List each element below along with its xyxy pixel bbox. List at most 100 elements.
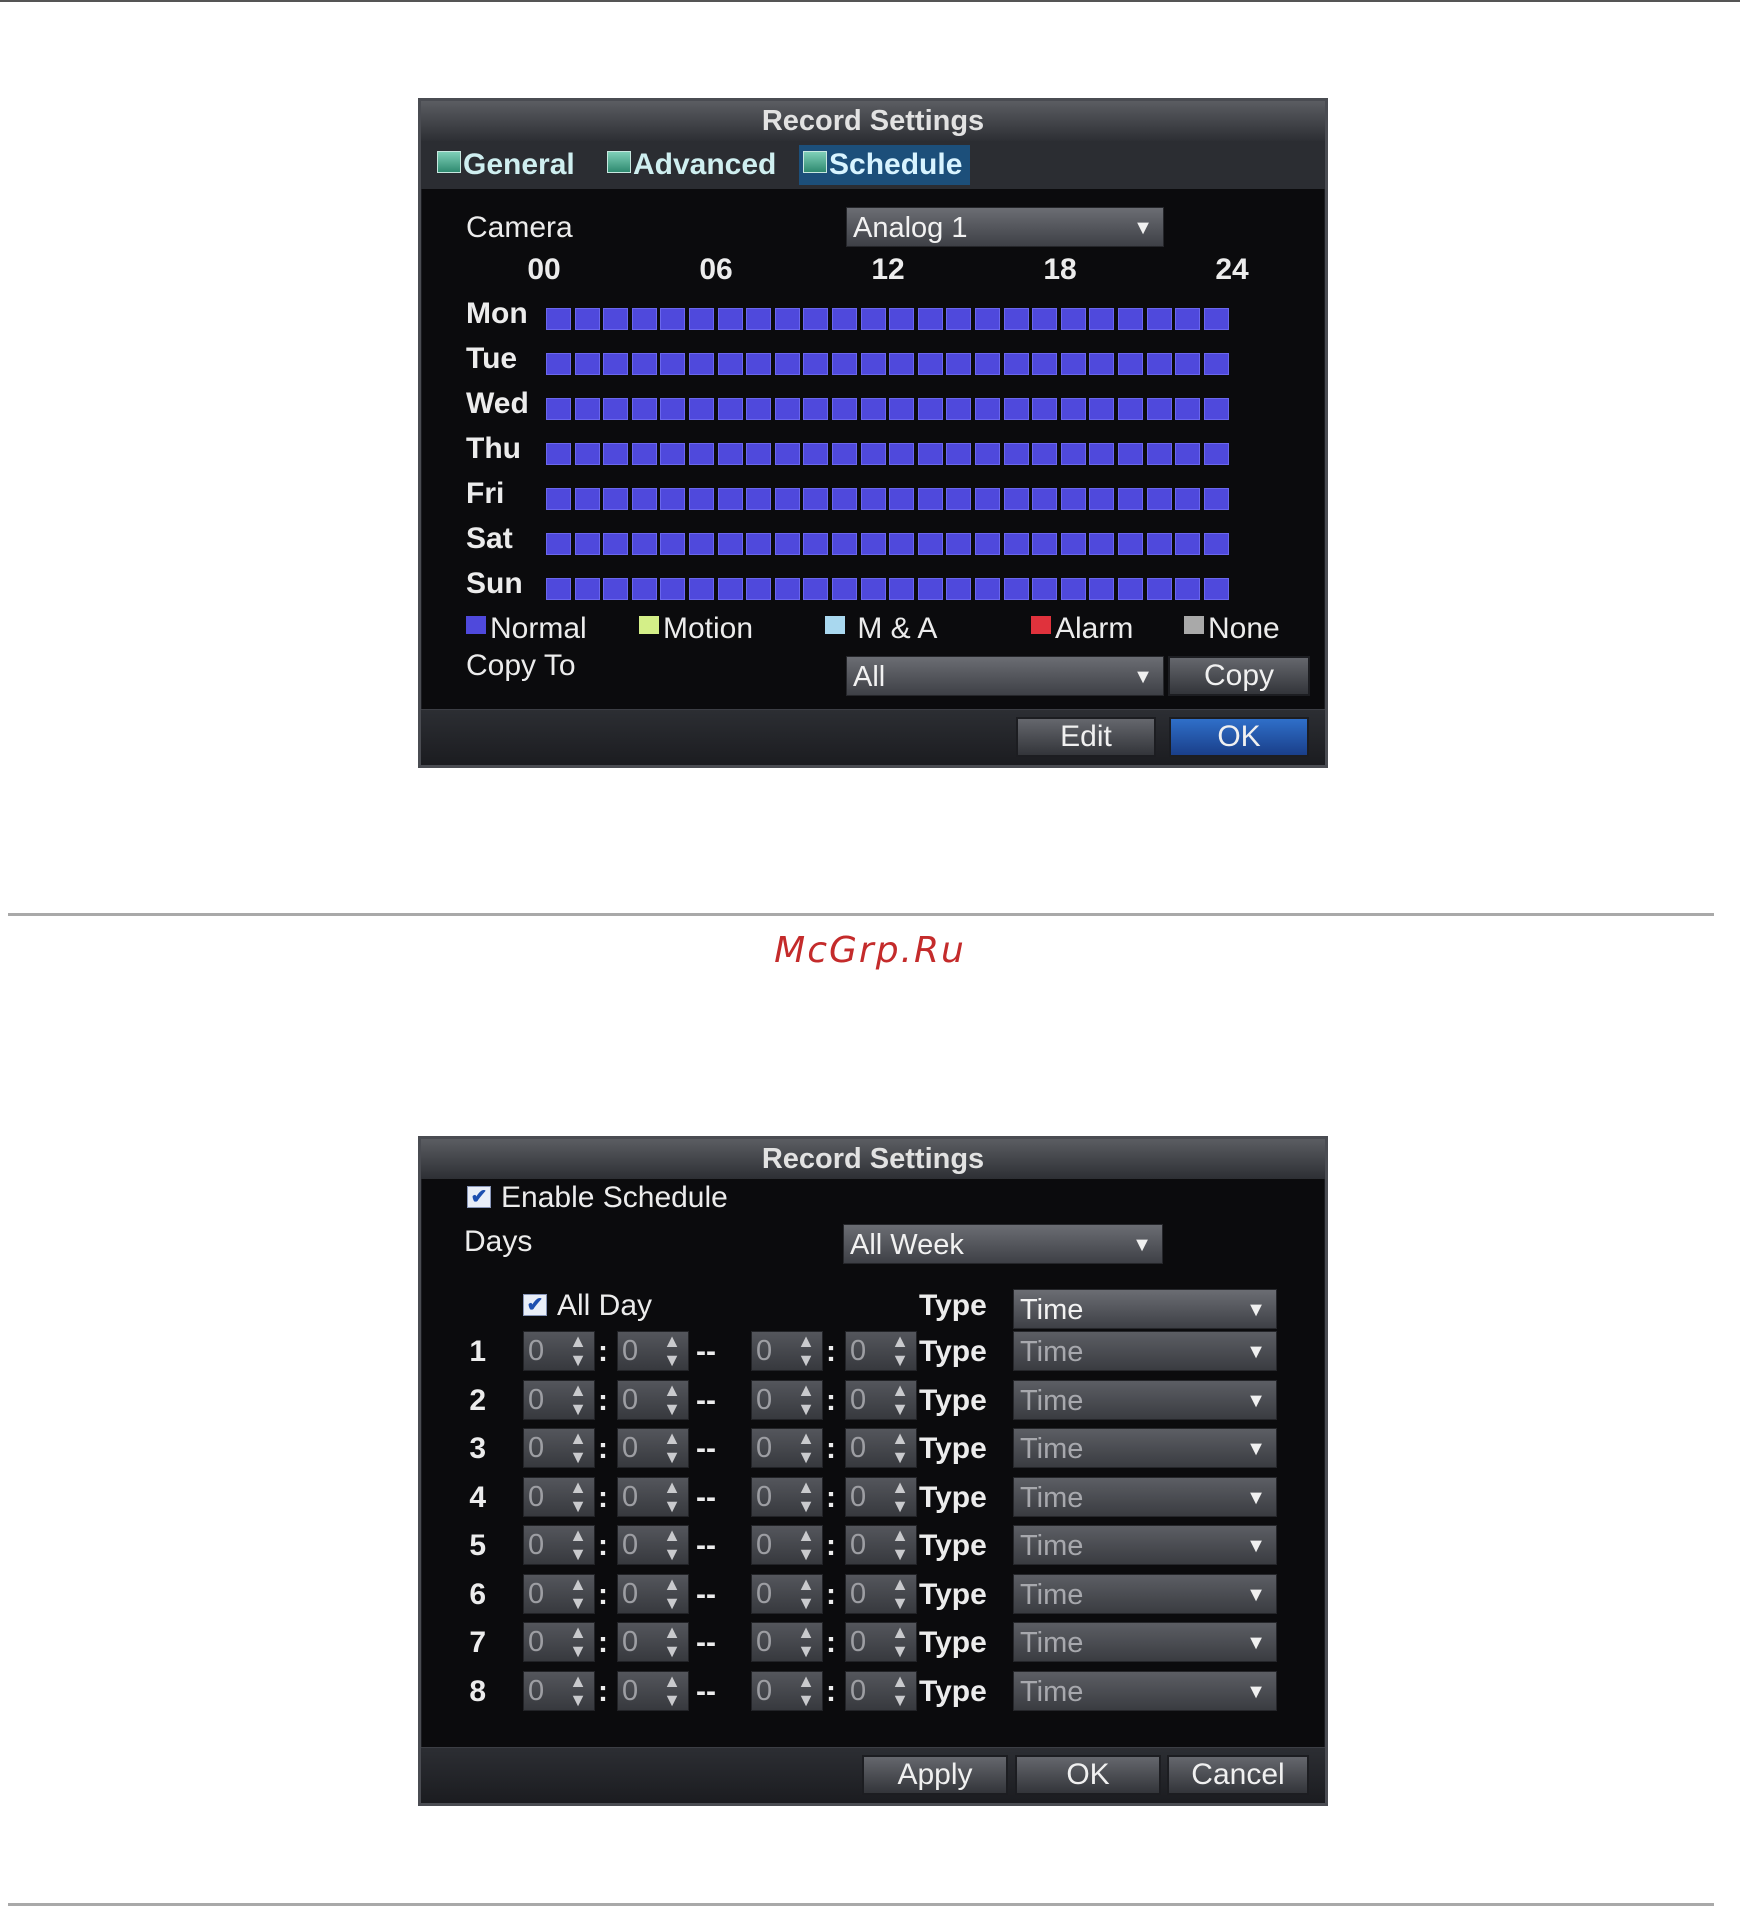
schedule-cell[interactable] <box>1003 443 1029 465</box>
end-hour-spinner[interactable]: 0 ▲ ▼ <box>751 1331 823 1371</box>
schedule-cell[interactable] <box>860 398 886 420</box>
schedule-cell[interactable] <box>1032 533 1058 555</box>
schedule-cell[interactable] <box>946 353 972 375</box>
schedule-cell[interactable] <box>1032 398 1058 420</box>
schedule-cell[interactable] <box>1003 308 1029 330</box>
schedule-cell[interactable] <box>1032 308 1058 330</box>
schedule-cell[interactable] <box>660 353 686 375</box>
schedule-cell[interactable] <box>860 443 886 465</box>
schedule-cell[interactable] <box>1175 578 1201 600</box>
apply-button[interactable]: Apply <box>862 1755 1008 1795</box>
schedule-cell[interactable] <box>717 488 743 510</box>
start-hour-spinner[interactable]: 0 ▲ ▼ <box>523 1622 595 1662</box>
schedule-cell[interactable] <box>717 443 743 465</box>
schedule-cell[interactable] <box>603 488 629 510</box>
schedule-cell[interactable] <box>1032 353 1058 375</box>
end-hour-spinner[interactable]: 0 ▲ ▼ <box>751 1379 823 1420</box>
schedule-cell[interactable] <box>689 308 714 330</box>
schedule-cell[interactable] <box>546 353 571 375</box>
schedule-cell[interactable] <box>946 398 972 420</box>
schedule-cell[interactable] <box>603 578 629 600</box>
schedule-cell[interactable] <box>660 578 686 600</box>
schedule-cell[interactable] <box>1146 578 1172 600</box>
schedule-cell[interactable] <box>1175 443 1201 465</box>
end-minute-spinner[interactable]: 0 ▲ ▼ <box>845 1379 917 1420</box>
schedule-cell[interactable] <box>631 533 657 555</box>
schedule-cell[interactable] <box>603 398 629 420</box>
schedule-cell[interactable] <box>546 533 571 555</box>
period-type-select[interactable]: Time ▼ <box>1013 1670 1277 1711</box>
schedule-cell[interactable] <box>546 398 571 420</box>
end-hour-spinner[interactable]: 0 ▲ ▼ <box>751 1622 823 1662</box>
schedule-cell[interactable] <box>889 443 915 465</box>
schedule-cell[interactable] <box>1003 398 1029 420</box>
schedule-cell[interactable] <box>975 578 1000 600</box>
start-minute-spinner[interactable]: 0 ▲ ▼ <box>617 1525 689 1565</box>
period-type-select[interactable]: Time ▼ <box>1013 1331 1277 1371</box>
schedule-cell[interactable] <box>860 488 886 510</box>
schedule-cell[interactable] <box>1060 578 1086 600</box>
schedule-cell[interactable] <box>774 533 800 555</box>
schedule-cell[interactable] <box>1203 488 1229 510</box>
start-minute-spinner[interactable]: 0 ▲ ▼ <box>617 1622 689 1662</box>
schedule-cell[interactable] <box>660 443 686 465</box>
tab-advanced[interactable]: Advanced <box>603 145 776 185</box>
schedule-cell[interactable] <box>946 308 972 330</box>
start-hour-spinner[interactable]: 0 ▲ ▼ <box>523 1573 595 1614</box>
schedule-cell[interactable] <box>774 353 800 375</box>
schedule-cell[interactable] <box>917 398 943 420</box>
end-hour-spinner[interactable]: 0 ▲ ▼ <box>751 1525 823 1565</box>
all-day-checkbox[interactable]: ✔ <box>523 1294 547 1316</box>
schedule-cell[interactable] <box>832 308 857 330</box>
schedule-cell[interactable] <box>603 443 629 465</box>
schedule-cell[interactable] <box>1146 308 1172 330</box>
ok-button[interactable]: OK <box>1169 717 1309 757</box>
schedule-cell[interactable] <box>717 308 743 330</box>
schedule-cell[interactable] <box>889 578 915 600</box>
end-minute-spinner[interactable]: 0 ▲ ▼ <box>845 1476 917 1517</box>
schedule-cell[interactable] <box>574 578 600 600</box>
schedule-cell[interactable] <box>746 443 772 465</box>
schedule-cell[interactable] <box>546 308 571 330</box>
schedule-cell[interactable] <box>860 578 886 600</box>
schedule-cell[interactable] <box>574 308 600 330</box>
schedule-row-fri[interactable] <box>546 488 1233 510</box>
schedule-cell[interactable] <box>774 398 800 420</box>
end-minute-spinner[interactable]: 0 ▲ ▼ <box>845 1573 917 1614</box>
schedule-cell[interactable] <box>717 533 743 555</box>
schedule-cell[interactable] <box>1203 533 1229 555</box>
schedule-cell[interactable] <box>603 533 629 555</box>
start-minute-spinner[interactable]: 0 ▲ ▼ <box>617 1573 689 1614</box>
schedule-cell[interactable] <box>946 488 972 510</box>
schedule-row-thu[interactable] <box>546 443 1233 465</box>
schedule-cell[interactable] <box>889 398 915 420</box>
schedule-cell[interactable] <box>574 488 600 510</box>
schedule-cell[interactable] <box>832 533 857 555</box>
schedule-cell[interactable] <box>1060 398 1086 420</box>
schedule-cell[interactable] <box>1146 533 1172 555</box>
schedule-cell[interactable] <box>631 488 657 510</box>
schedule-cell[interactable] <box>917 443 943 465</box>
start-hour-spinner[interactable]: 0 ▲ ▼ <box>523 1428 595 1468</box>
tab-general[interactable]: General <box>433 145 575 185</box>
schedule-cell[interactable] <box>803 578 829 600</box>
schedule-cell[interactable] <box>803 398 829 420</box>
edit-button[interactable]: Edit <box>1016 717 1156 757</box>
schedule-cell[interactable] <box>946 443 972 465</box>
schedule-cell[interactable] <box>1146 488 1172 510</box>
end-hour-spinner[interactable]: 0 ▲ ▼ <box>751 1670 823 1711</box>
schedule-cell[interactable] <box>546 578 571 600</box>
schedule-cell[interactable] <box>975 308 1000 330</box>
schedule-cell[interactable] <box>1118 488 1143 510</box>
end-minute-spinner[interactable]: 0 ▲ ▼ <box>845 1525 917 1565</box>
schedule-cell[interactable] <box>1118 398 1143 420</box>
schedule-cell[interactable] <box>774 488 800 510</box>
schedule-cell[interactable] <box>803 443 829 465</box>
schedule-cell[interactable] <box>1175 533 1201 555</box>
schedule-cell[interactable] <box>717 578 743 600</box>
schedule-cell[interactable] <box>1032 578 1058 600</box>
start-minute-spinner[interactable]: 0 ▲ ▼ <box>617 1428 689 1468</box>
tab-schedule[interactable]: Schedule <box>799 145 971 185</box>
schedule-cell[interactable] <box>660 308 686 330</box>
schedule-cell[interactable] <box>746 488 772 510</box>
